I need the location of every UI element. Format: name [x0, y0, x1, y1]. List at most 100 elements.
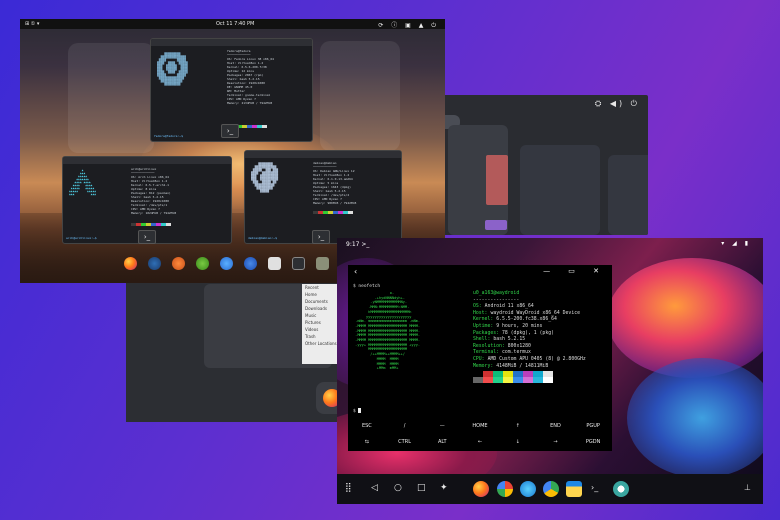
- sysinfo-value: 9 hours, 20 mins: [496, 323, 543, 329]
- sysinfo-value: bash 5.2.15: [493, 337, 526, 343]
- extra-key[interactable]: ESC: [348, 423, 386, 429]
- terminal-icon[interactable]: ›_: [138, 230, 156, 244]
- neofetch-info: arch@archlinux ───────────── OS: Arch Linu…: [131, 167, 176, 215]
- shell-prompt[interactable]: debian@debian:~$: [248, 236, 277, 240]
- calendar-icon[interactable]: [566, 481, 582, 497]
- sysinfo-key: Shell:: [473, 337, 491, 343]
- steam-icon[interactable]: [148, 257, 161, 270]
- extra-key[interactable]: ←: [461, 439, 499, 445]
- termux-icon[interactable]: ›_: [591, 483, 598, 492]
- sysinfo-row: Memory: 4148MiB / 14811MiB: [473, 364, 586, 371]
- background-desktop-screen: ⛭ ◀) ⏻: [440, 95, 648, 235]
- terminal-titlebar[interactable]: [151, 39, 312, 46]
- app-drawer-icon[interactable]: ⣿: [345, 483, 352, 493]
- chat-icon[interactable]: [220, 257, 233, 270]
- extra-key[interactable]: HOME: [461, 423, 499, 429]
- extra-keys-row-2: ⇆ CTRL ALT ← ↓ → PGDN: [348, 439, 612, 445]
- files-icon[interactable]: [316, 257, 329, 270]
- sidebar-item[interactable]: Documents: [302, 298, 342, 305]
- sidebar-item[interactable]: Music: [302, 312, 342, 319]
- maps-icon[interactable]: [196, 257, 209, 270]
- files-app-sidebar[interactable]: Recent Home Documents Downloads Music Picture…: [302, 284, 342, 364]
- home-button[interactable]: ○: [394, 483, 402, 493]
- play-store-icon[interactable]: [543, 481, 559, 497]
- wallpaper-swirl: [627, 358, 763, 478]
- extra-key[interactable]: →: [537, 439, 575, 445]
- extra-key[interactable]: END: [537, 423, 575, 429]
- ubuntu-icon[interactable]: [172, 257, 185, 270]
- sidebar-item[interactable]: Trash: [302, 333, 342, 340]
- top-bar: ⊞ ① ▾ Oct 11 7:40 PM ⟳ ⓘ ▣ ▲ ⏻: [20, 19, 445, 29]
- sysinfo-key: Terminal:: [473, 350, 499, 356]
- window-preview-purple: [485, 220, 507, 230]
- sysinfo-row: Kernel: 6.5.5-200.fc38.x86_64: [473, 317, 586, 324]
- terminal-icon[interactable]: ›_: [312, 230, 330, 244]
- back-button[interactable]: ◁: [371, 483, 378, 493]
- clock[interactable]: Oct 11 7:40 PM: [216, 21, 254, 27]
- extra-key[interactable]: PGDN: [574, 439, 612, 445]
- termux-titlebar: ‹ — ▭ ✕: [348, 265, 612, 280]
- sysinfo-value: AMD Custom APU 0405 (8) @ 2.800GHz: [487, 356, 586, 362]
- terminal-icon[interactable]: [292, 257, 305, 270]
- sysinfo-value: 6.5.5-200.fc38.x86_64: [496, 317, 557, 323]
- window-controls[interactable]: — ▭ ✕: [543, 267, 607, 275]
- sysinfo-row: Terminal: com.termux: [473, 350, 586, 357]
- assistant-icon[interactable]: ✦: [440, 483, 448, 493]
- firefox-icon[interactable]: [473, 481, 489, 497]
- extra-keys-row-1: ESC / — HOME ↑ END PGUP: [348, 423, 612, 429]
- pin-icon[interactable]: ⊥: [744, 483, 751, 492]
- sysinfo-value: com.termux: [502, 350, 531, 356]
- sysinfo-key: CPU:: [473, 356, 485, 362]
- text-cursor: [357, 408, 361, 413]
- command-line: $ neofetch: [353, 284, 381, 289]
- extra-key[interactable]: ⇆: [348, 439, 386, 445]
- color-palette: [131, 223, 171, 226]
- info-line: Memory: 2134MiB / 7942MiB: [227, 101, 273, 105]
- window-preview: [608, 155, 648, 235]
- activities-button[interactable]: ⊞ ① ▾: [25, 21, 39, 27]
- sidebar-item[interactable]: Pictures: [302, 319, 342, 326]
- android-logo-art: o- -+hydNNNNdyh+- -yNMMMMMMMMMMMNy- .MMN…: [355, 291, 421, 371]
- neofetch-info: fedora@fedora ───────────── OS: Fedora Lin…: [227, 49, 274, 105]
- extra-key[interactable]: PGUP: [574, 423, 612, 429]
- termux-window[interactable]: ‹ — ▭ ✕ $ neofetch o- -+hydNNNNdyh+- -yN…: [348, 265, 612, 451]
- shell-prompt[interactable]: arch@archlinux:~$: [66, 236, 97, 240]
- extra-key[interactable]: ALT: [423, 439, 461, 445]
- extra-key[interactable]: /: [386, 423, 424, 429]
- thunderbird-icon[interactable]: [244, 257, 257, 270]
- color-palette: [473, 371, 553, 383]
- sidebar-item[interactable]: Home: [302, 291, 342, 298]
- sysinfo-key: Kernel:: [473, 317, 494, 323]
- terminal-titlebar[interactable]: [245, 151, 401, 158]
- sidebar-item[interactable]: Recent: [302, 284, 342, 291]
- system-tray[interactable]: ⟳ ⓘ ▣ ▲ ⏻: [378, 20, 439, 30]
- store-icon[interactable]: [268, 257, 281, 270]
- sysinfo-row: Uptime: 9 hours, 20 mins: [473, 324, 586, 331]
- window-preview: [520, 145, 600, 235]
- sidebar-item[interactable]: Videos: [302, 326, 342, 333]
- extra-key[interactable]: CTRL: [386, 439, 424, 445]
- firefox-icon[interactable]: [124, 257, 137, 270]
- back-icon[interactable]: ‹: [354, 267, 357, 276]
- shell-prompt[interactable]: fedora@fedora:~$: [154, 134, 183, 138]
- extra-key[interactable]: —: [423, 423, 461, 429]
- termux-notification-icon: >_: [361, 241, 370, 248]
- window-preview-red: [486, 155, 508, 205]
- browser-icon[interactable]: [520, 481, 536, 497]
- prompt-symbol: $: [353, 409, 356, 414]
- extra-key[interactable]: ↓: [499, 439, 537, 445]
- neofetch-sysinfo: u0_a163@waydroid ---------------- OS: And…: [473, 291, 586, 370]
- sidebar-item[interactable]: Downloads: [302, 305, 342, 312]
- recents-button[interactable]: □: [417, 483, 426, 493]
- info-line: Memory: 1024MiB / 7942MiB: [131, 211, 177, 215]
- settings-icon[interactable]: [613, 481, 629, 497]
- terminal-titlebar[interactable]: [63, 157, 231, 164]
- sysinfo-key: Resolution:: [473, 343, 505, 349]
- extra-key[interactable]: ↑: [499, 423, 537, 429]
- sidebar-item[interactable]: Other Locations: [302, 340, 342, 347]
- waydroid-android-screen: 9:17 >_ ▾ ◢ ▮ ‹ — ▭ ✕ $ neofetch o- -+hy…: [337, 238, 763, 504]
- shell-prompt[interactable]: $: [353, 408, 361, 414]
- info-line: Memory: 980MiB / 7942MiB: [313, 201, 357, 205]
- photos-icon[interactable]: [497, 481, 513, 497]
- terminal-icon[interactable]: ›_: [221, 124, 239, 138]
